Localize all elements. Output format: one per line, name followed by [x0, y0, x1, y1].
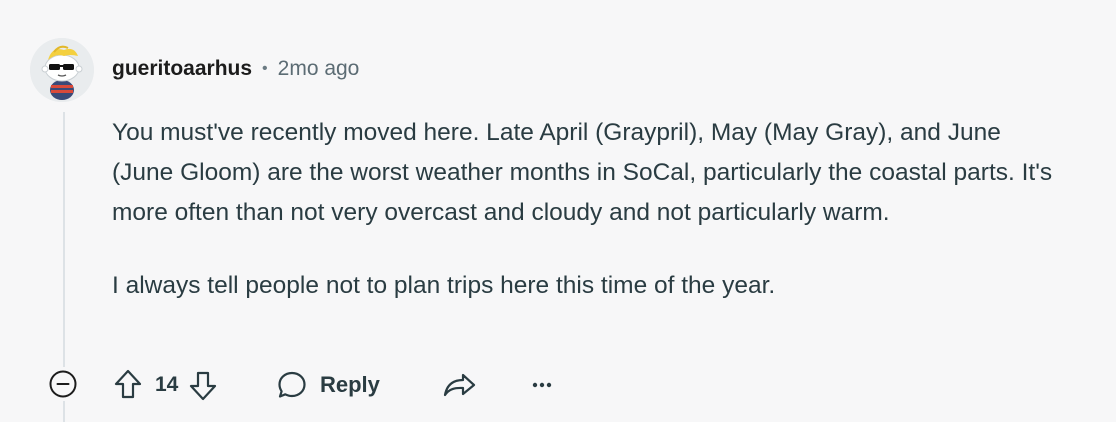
downvote-button[interactable] — [187, 367, 219, 403]
vote-score: 14 — [155, 373, 179, 396]
share-button[interactable] — [441, 369, 477, 401]
snoo-sunglasses-avatar-icon — [30, 38, 94, 102]
vote-controls: 14 — [112, 365, 219, 405]
comment-body: You must've recently moved here. Late Ap… — [112, 113, 1062, 339]
collapse-button[interactable] — [48, 369, 78, 399]
collapse-minus-icon — [49, 370, 77, 398]
ellipsis-icon — [532, 382, 552, 388]
comment-header: gueritoaarhus • 2mo ago — [112, 55, 359, 83]
more-options-button[interactable] — [530, 371, 554, 399]
username[interactable]: gueritoaarhus — [112, 57, 252, 81]
upvote-arrow-icon — [114, 369, 142, 399]
avatar[interactable] — [30, 38, 94, 102]
comment: gueritoaarhus • 2mo ago You must've rece… — [0, 0, 1116, 422]
upvote-button[interactable] — [112, 367, 144, 403]
reply-label: Reply — [320, 372, 380, 397]
reply-button[interactable]: Reply — [276, 365, 380, 405]
thread-line[interactable] — [63, 112, 65, 367]
speech-bubble-icon — [278, 371, 306, 398]
downvote-arrow-icon — [190, 371, 217, 401]
timestamp[interactable]: 2mo ago — [278, 57, 360, 81]
meta-separator: • — [262, 60, 268, 77]
share-arrow-icon — [443, 373, 476, 397]
comment-paragraph: You must've recently moved here. Late Ap… — [112, 119, 1053, 226]
comment-actions: 14 Reply — [0, 363, 1116, 407]
comment-paragraph: I always tell people not to plan trips h… — [112, 272, 776, 299]
